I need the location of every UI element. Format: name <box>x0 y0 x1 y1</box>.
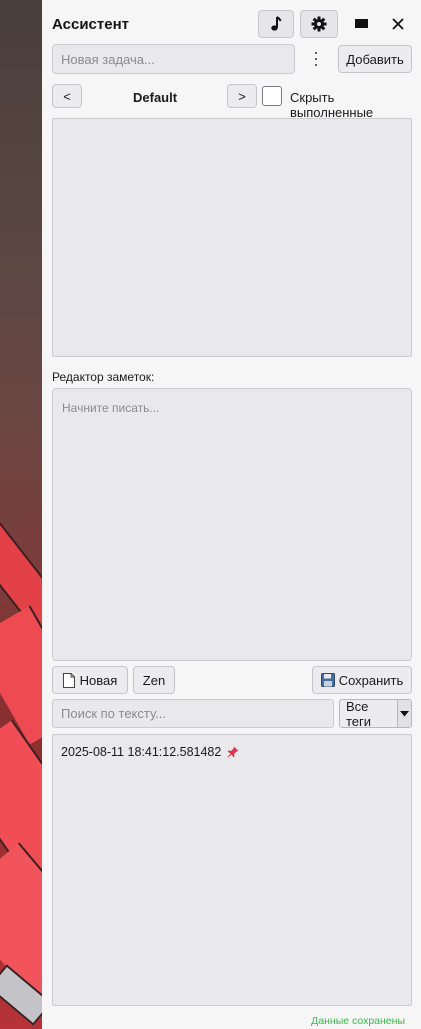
tags-select[interactable]: Все теги <box>339 698 412 729</box>
vertical-dots-icon[interactable] <box>312 52 320 66</box>
floppy-disk-icon <box>320 673 335 687</box>
close-button[interactable] <box>382 10 414 38</box>
music-button[interactable] <box>258 10 294 38</box>
notes-list[interactable] <box>52 734 412 1006</box>
notes-search-input[interactable]: Поиск по тексту... <box>52 699 334 728</box>
hide-completed-checkbox[interactable] <box>262 86 282 106</box>
close-icon <box>392 18 404 30</box>
chevron-down-icon <box>397 700 411 727</box>
new-task-input[interactable]: Новая задача... <box>52 44 295 74</box>
new-document-icon <box>62 672 75 688</box>
hide-completed-label: Скрыть выполненные <box>290 90 374 120</box>
task-list[interactable] <box>52 118 412 357</box>
new-note-label: Новая <box>79 672 118 688</box>
minimize-button[interactable] <box>346 10 378 38</box>
tags-select-value: Все теги <box>346 698 372 729</box>
note-editor[interactable]: Начните писать... <box>52 388 412 661</box>
editor-label: Редактор заметок: <box>52 370 155 384</box>
new-task-placeholder: Новая задача... <box>61 51 155 67</box>
prev-list-button[interactable]: < <box>52 84 82 108</box>
save-label: Сохранить <box>338 672 404 688</box>
app-title: Ассистент <box>52 16 129 33</box>
note-title: 2025-08-11 18:41:12.581482 <box>61 745 222 759</box>
add-task-button[interactable]: Добавить <box>338 45 412 73</box>
note-list-item[interactable]: 2025-08-11 18:41:12.581482 <box>61 745 239 759</box>
save-button[interactable]: Сохранить <box>312 666 412 694</box>
zen-button[interactable]: Zen <box>133 666 175 694</box>
assistant-panel: Ассистент Новая задача... Добавить < Def… <box>42 0 421 1029</box>
music-note-icon <box>271 16 282 31</box>
save-status: Данные сохранены <box>311 1015 405 1027</box>
pin-icon <box>227 746 239 758</box>
desktop-wallpaper <box>0 0 42 1029</box>
new-note-button[interactable]: Новая <box>52 666 128 694</box>
minimize-icon <box>355 19 368 28</box>
next-list-button[interactable]: > <box>227 84 257 108</box>
editor-placeholder: Начните писать... <box>62 401 160 415</box>
settings-button[interactable] <box>300 10 338 38</box>
list-name: Default <box>133 90 178 105</box>
gear-icon <box>311 16 327 32</box>
notes-search-placeholder: Поиск по тексту... <box>61 706 167 721</box>
